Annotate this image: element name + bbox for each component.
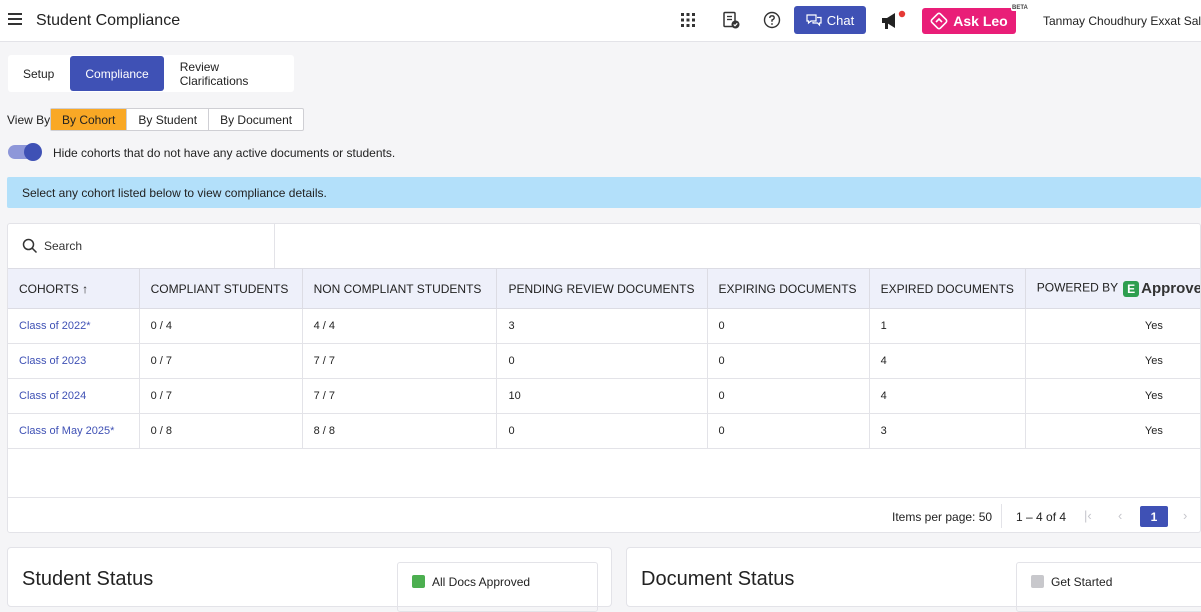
expired-cell: 1 — [869, 308, 1026, 344]
cohort-link[interactable]: Class of 2022* — [8, 308, 140, 344]
pending-review-cell: 0 — [496, 413, 708, 449]
search-input[interactable] — [44, 239, 244, 253]
approve-logo-mark: E — [1123, 280, 1140, 297]
info-text: Select any cohort listed below to view c… — [22, 185, 327, 200]
page-title: Student Compliance — [36, 12, 181, 29]
paginator-divider — [1001, 504, 1002, 528]
ask-leo-label: Ask Leo — [953, 13, 1008, 29]
expiring-cell: 0 — [707, 308, 870, 344]
next-page-icon[interactable]: › — [1183, 508, 1187, 523]
table-row[interactable]: Class of 2024 0 / 7 7 / 7 10 0 4 Yes — [8, 378, 1200, 414]
expiring-cell: 0 — [707, 378, 870, 414]
expired-cell: 3 — [869, 413, 1026, 449]
non-compliant-cell: 7 / 7 — [302, 378, 498, 414]
previous-page-icon[interactable]: ‹ — [1118, 508, 1122, 523]
non-compliant-cell: 7 / 7 — [302, 343, 498, 379]
cohort-table-card: COHORTS ↑ COMPLIANT STUDENTS NON COMPLIA… — [7, 223, 1201, 533]
legend-label: Get Started — [1051, 575, 1113, 589]
col-header-label: COHORTS — [19, 281, 79, 296]
top-bar: Student Compliance Chat Ask Leo BETA Tan… — [0, 0, 1201, 42]
col-header-pending-review: PENDING REVIEW DOCUMENTS — [496, 268, 708, 309]
document-status-title: Document Status — [641, 568, 795, 590]
help-icon[interactable] — [763, 11, 781, 29]
compliant-cell: 0 / 8 — [139, 413, 303, 449]
range-label: 1 – 4 of 4 — [1016, 510, 1067, 524]
pending-review-cell: 3 — [496, 308, 708, 344]
powered-by-cell: Yes — [1025, 413, 1200, 449]
compliant-cell: 0 / 7 — [139, 343, 303, 379]
view-by-toggle-group: By Cohort By Student By Document — [50, 108, 305, 131]
view-by-label: View By: — [7, 113, 54, 127]
view-by-cohort-button[interactable]: By Cohort — [51, 109, 128, 130]
cohort-link[interactable]: Class of May 2025* — [8, 413, 140, 449]
compliant-cell: 0 / 7 — [139, 378, 303, 414]
tab-compliance[interactable]: Compliance — [70, 56, 164, 91]
legend-swatch — [1031, 575, 1044, 588]
chat-label: Chat — [826, 12, 855, 28]
expired-cell: 4 — [869, 378, 1026, 414]
hide-cohorts-toggle[interactable] — [8, 143, 42, 161]
student-status-legend: All Docs Approved — [397, 562, 598, 612]
hide-cohorts-label: Hide cohorts that do not have any active… — [53, 146, 396, 160]
legend-swatch — [412, 575, 425, 588]
menu-icon[interactable] — [8, 13, 22, 25]
paginator: Items per page: 50 1 – 4 of 4 |‹ ‹ 1 › — [8, 497, 1200, 532]
non-compliant-cell: 4 / 4 — [302, 308, 498, 344]
expired-cell: 4 — [869, 343, 1026, 379]
student-status-panel: Student Status All Docs Approved — [7, 547, 612, 612]
powered-by-cell: Yes — [1025, 343, 1200, 379]
powered-by-cell: Yes — [1025, 378, 1200, 414]
document-status-panel: Document Status Get Started — [626, 547, 1201, 612]
table-row[interactable]: Class of May 2025* 0 / 8 8 / 8 0 0 3 Yes — [8, 413, 1200, 449]
ask-leo-button[interactable]: Ask Leo — [922, 8, 1016, 34]
powered-by-cell: Yes — [1025, 308, 1200, 344]
table-row[interactable]: Class of 2023 0 / 7 7 / 7 0 0 4 Yes — [8, 343, 1200, 379]
table-row[interactable]: Class of 2022* 0 / 4 4 / 4 3 0 1 Yes — [8, 308, 1200, 344]
chat-icon — [806, 14, 822, 27]
announcement-icon[interactable] — [880, 10, 906, 32]
pending-review-cell: 0 — [496, 343, 708, 379]
search-box — [8, 224, 275, 268]
legend-label: All Docs Approved — [432, 575, 531, 589]
col-header-label: POWERED BY — [1036, 280, 1119, 295]
user-name[interactable]: Tanmay Choudhury Exxat Sale — [1043, 14, 1201, 28]
view-by-document-button[interactable]: By Document — [209, 109, 303, 130]
main-tabs: Setup Compliance Review Clarifications — [8, 55, 294, 92]
page-1-button[interactable]: 1 — [1140, 506, 1168, 527]
col-header-expired: EXPIRED DOCUMENTS — [869, 268, 1026, 309]
first-page-icon[interactable]: |‹ — [1084, 508, 1092, 523]
document-status-legend: Get Started — [1016, 562, 1201, 612]
student-status-title: Student Status — [22, 568, 154, 590]
cohort-table: COHORTS ↑ COMPLIANT STUDENTS NON COMPLIA… — [8, 268, 1201, 449]
col-header-powered-by: POWERED BY E Approve — [1025, 268, 1201, 309]
compliant-cell: 0 / 4 — [139, 308, 303, 344]
sort-ascending-icon[interactable]: ↑ — [82, 282, 88, 296]
chat-button[interactable]: Chat — [794, 6, 866, 34]
toggle-knob — [24, 143, 42, 161]
tab-setup[interactable]: Setup — [8, 56, 69, 91]
col-header-expiring: EXPIRING DOCUMENTS — [707, 268, 870, 309]
pending-review-cell: 10 — [496, 378, 708, 414]
tab-review-clarifications[interactable]: Review Clarifications — [165, 56, 294, 91]
search-icon — [22, 238, 38, 254]
col-header-cohorts[interactable]: COHORTS ↑ — [8, 268, 140, 309]
cohort-link[interactable]: Class of 2024 — [8, 378, 140, 414]
expiring-cell: 0 — [707, 343, 870, 379]
view-by-student-button[interactable]: By Student — [127, 109, 210, 130]
info-banner: Select any cohort listed below to view c… — [7, 177, 1201, 208]
expiring-cell: 0 — [707, 413, 870, 449]
apps-grid-icon[interactable] — [679, 11, 697, 29]
beta-badge: BETA — [1011, 5, 1029, 11]
items-per-page[interactable]: Items per page: 50 — [892, 510, 992, 524]
leo-icon — [930, 12, 948, 30]
document-check-icon[interactable] — [722, 11, 740, 29]
col-header-non-compliant: NON COMPLIANT STUDENTS — [302, 268, 498, 309]
cohort-link[interactable]: Class of 2023 — [8, 343, 140, 379]
table-header-row: COHORTS ↑ COMPLIANT STUDENTS NON COMPLIA… — [8, 268, 1201, 309]
col-header-compliant: COMPLIANT STUDENTS — [139, 268, 303, 309]
non-compliant-cell: 8 / 8 — [302, 413, 498, 449]
approve-logo-text: Approve — [1141, 280, 1201, 297]
approve-logo: E Approve — [1123, 280, 1201, 297]
